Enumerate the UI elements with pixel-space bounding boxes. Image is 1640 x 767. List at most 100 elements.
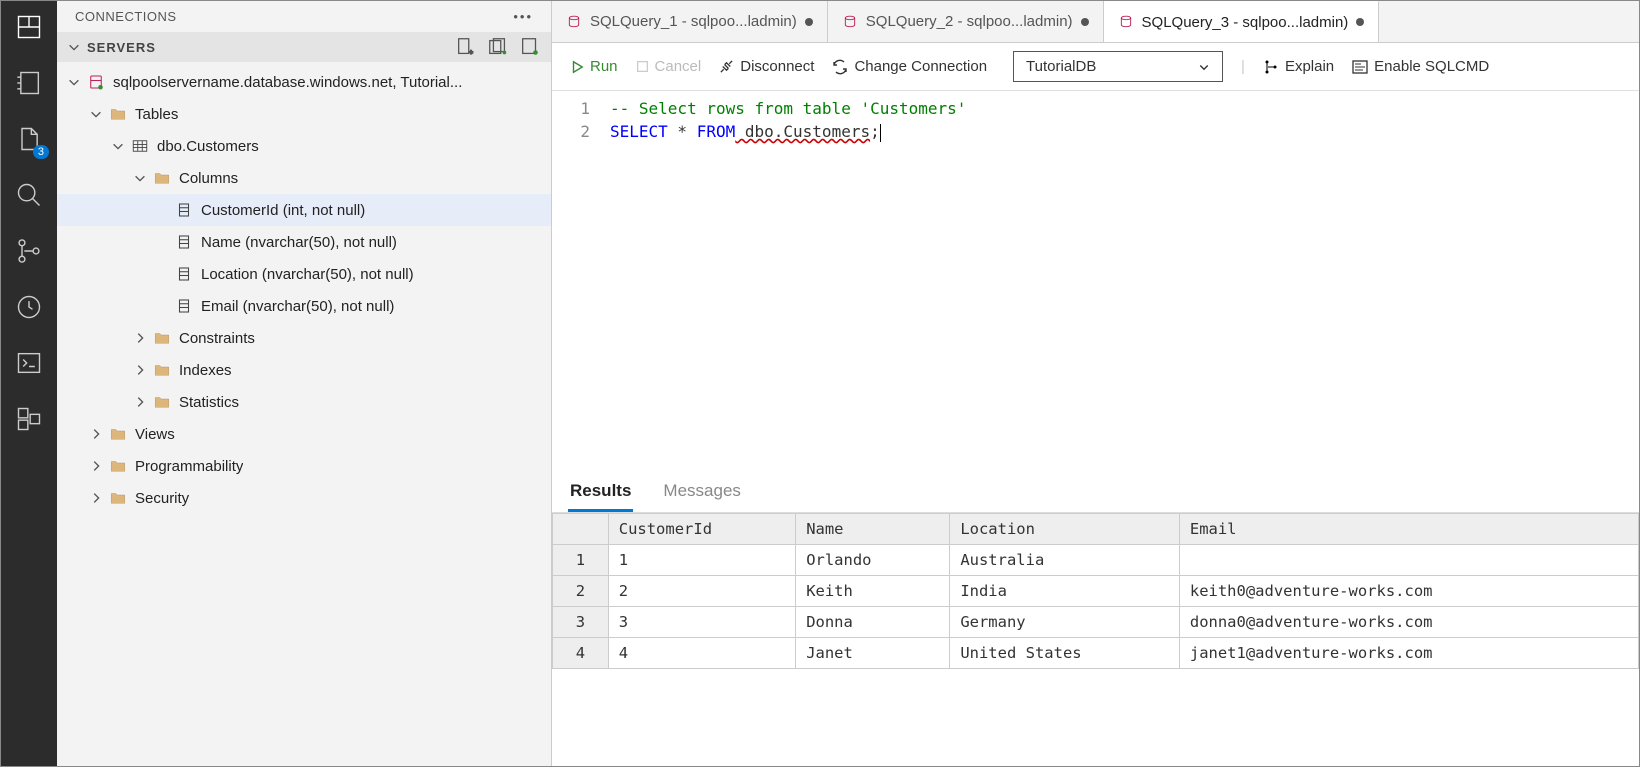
table-row[interactable]: 44JanetUnited Statesjanet1@adventure-wor… — [553, 638, 1639, 669]
search-icon[interactable] — [15, 181, 43, 209]
indexes-node[interactable]: Indexes — [57, 354, 551, 386]
change-connection-icon — [832, 59, 848, 75]
cell[interactable]: Keith — [796, 576, 950, 607]
tab-sqlquery-2[interactable]: SQLQuery_2 - sqlpoo...ladmin) — [828, 1, 1104, 42]
cell[interactable]: United States — [950, 638, 1180, 669]
explorer-icon[interactable]: 3 — [15, 125, 43, 153]
table-label: dbo.Customers — [157, 138, 259, 155]
column-location[interactable]: Location (nvarchar(50), not null) — [57, 258, 551, 290]
sidebar-title-text: CONNECTIONS — [75, 9, 177, 24]
cell[interactable]: Orlando — [796, 545, 950, 576]
server-node[interactable]: sqlpoolservername.database.windows.net, … — [57, 66, 551, 98]
comment-text: -- Select rows from table 'Customers' — [610, 99, 966, 118]
stop-icon — [636, 60, 649, 73]
code-text: ; — [870, 122, 880, 141]
column-icon — [175, 233, 193, 251]
tab-results[interactable]: Results — [568, 471, 633, 512]
columns-node[interactable]: Columns — [57, 162, 551, 194]
statistics-node[interactable]: Statistics — [57, 386, 551, 418]
new-query-icon[interactable] — [519, 36, 541, 58]
tree-label: Security — [135, 490, 189, 507]
chevron-down-icon — [89, 107, 103, 121]
editor-tabs: SQLQuery_1 - sqlpoo...ladmin) SQLQuery_2… — [552, 1, 1639, 43]
source-control-icon[interactable] — [15, 237, 43, 265]
sqlcmd-icon — [1352, 59, 1368, 75]
cell[interactable]: Germany — [950, 607, 1180, 638]
cell[interactable]: 1 — [608, 545, 795, 576]
activity-bar: 3 — [1, 1, 57, 766]
column-icon — [175, 297, 193, 315]
tab-label: SQLQuery_3 - sqlpoo...ladmin) — [1142, 14, 1349, 31]
change-connection-button[interactable]: Change Connection — [832, 58, 987, 75]
chevron-right-icon — [89, 459, 103, 473]
tree-label: Programmability — [135, 458, 243, 475]
programmability-node[interactable]: Programmability — [57, 450, 551, 482]
row-number: 1 — [553, 545, 609, 576]
column-name[interactable]: Name (nvarchar(50), not null) — [57, 226, 551, 258]
cell[interactable] — [1179, 545, 1638, 576]
new-group-icon[interactable] — [487, 36, 509, 58]
enable-sqlcmd-button[interactable]: Enable SQLCMD — [1352, 58, 1489, 75]
explorer-badge-count: 3 — [33, 145, 49, 159]
table-row[interactable]: 11OrlandoAustralia — [553, 545, 1639, 576]
cell[interactable]: janet1@adventure-works.com — [1179, 638, 1638, 669]
new-connection-icon[interactable]: + — [455, 36, 477, 58]
column-header[interactable]: Email — [1179, 514, 1638, 545]
server-icon — [87, 73, 105, 91]
server-tree: sqlpoolservername.database.windows.net, … — [57, 62, 551, 766]
cell[interactable]: Janet — [796, 638, 950, 669]
column-email[interactable]: Email (nvarchar(50), not null) — [57, 290, 551, 322]
disconnect-icon — [719, 59, 734, 74]
folder-icon — [153, 361, 171, 379]
views-node[interactable]: Views — [57, 418, 551, 450]
tab-sqlquery-3[interactable]: SQLQuery_3 - sqlpoo...ladmin) — [1104, 1, 1380, 42]
play-icon — [570, 60, 584, 74]
terminal-icon[interactable] — [15, 349, 43, 377]
constraints-node[interactable]: Constraints — [57, 322, 551, 354]
tab-messages[interactable]: Messages — [661, 471, 742, 512]
database-icon — [566, 15, 582, 29]
keyword: FROM — [697, 122, 736, 141]
cell[interactable]: Australia — [950, 545, 1180, 576]
servers-icon[interactable] — [15, 13, 43, 41]
chevron-right-icon — [133, 363, 147, 377]
row-header-blank — [553, 514, 609, 545]
security-node[interactable]: Security — [57, 482, 551, 514]
cell[interactable]: 2 — [608, 576, 795, 607]
cell[interactable]: India — [950, 576, 1180, 607]
disconnect-button[interactable]: Disconnect — [719, 58, 814, 75]
table-row[interactable]: 22KeithIndiakeith0@adventure-works.com — [553, 576, 1639, 607]
chevron-right-icon — [89, 427, 103, 441]
dirty-dot-icon — [1081, 18, 1089, 26]
database-select-value: TutorialDB — [1026, 58, 1096, 75]
run-button[interactable]: Run — [570, 58, 618, 75]
editor-area: SQLQuery_1 - sqlpoo...ladmin) SQLQuery_2… — [552, 1, 1639, 766]
sidebar-more-icon[interactable]: ••• — [513, 9, 533, 24]
cell[interactable]: Donna — [796, 607, 950, 638]
database-select[interactable]: TutorialDB — [1013, 51, 1223, 82]
history-icon[interactable] — [15, 293, 43, 321]
cell[interactable]: 4 — [608, 638, 795, 669]
servers-section-header[interactable]: SERVERS + — [57, 32, 551, 62]
explain-button[interactable]: Explain — [1263, 58, 1334, 75]
sqlcmd-label: Enable SQLCMD — [1374, 58, 1489, 75]
extensions-icon[interactable] — [15, 405, 43, 433]
cancel-button[interactable]: Cancel — [636, 58, 702, 75]
column-customer-id[interactable]: CustomerId (int, not null) — [57, 194, 551, 226]
code-body[interactable]: -- Select rows from table 'Customers' SE… — [610, 97, 966, 465]
results-grid[interactable]: CustomerId Name Location Email 11Orlando… — [552, 513, 1639, 669]
cell[interactable]: 3 — [608, 607, 795, 638]
tables-node[interactable]: Tables — [57, 98, 551, 130]
table-row[interactable]: 33DonnaGermanydonna0@adventure-works.com — [553, 607, 1639, 638]
column-icon — [175, 201, 193, 219]
column-header[interactable]: Location — [950, 514, 1180, 545]
keyword: SELECT — [610, 122, 668, 141]
tab-sqlquery-1[interactable]: SQLQuery_1 - sqlpoo...ladmin) — [552, 1, 828, 42]
notebook-icon[interactable] — [15, 69, 43, 97]
column-header[interactable]: Name — [796, 514, 950, 545]
code-editor[interactable]: 1 2 -- Select rows from table 'Customers… — [552, 91, 1639, 471]
column-header[interactable]: CustomerId — [608, 514, 795, 545]
cell[interactable]: keith0@adventure-works.com — [1179, 576, 1638, 607]
table-node-customers[interactable]: dbo.Customers — [57, 130, 551, 162]
cell[interactable]: donna0@adventure-works.com — [1179, 607, 1638, 638]
